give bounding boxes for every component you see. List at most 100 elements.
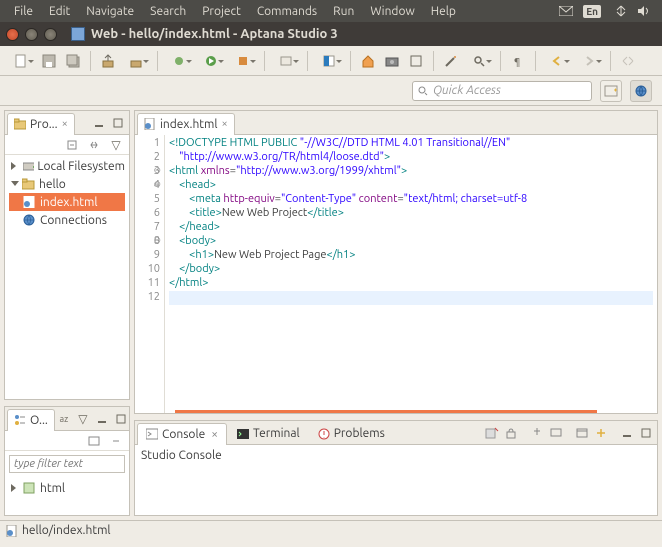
terminal-tab[interactable]: Terminal: [229, 423, 308, 445]
horizontal-scrollbar[interactable]: [175, 410, 597, 413]
quick-access-input[interactable]: Quick Access: [412, 81, 592, 101]
view-menu-button[interactable]: ▽: [107, 136, 125, 154]
new-button[interactable]: [6, 50, 36, 72]
save-all-button[interactable]: [62, 50, 84, 72]
sound-indicator[interactable]: [632, 5, 656, 17]
outline-pane: O... az ▽ html: [4, 406, 130, 516]
os-menu-file[interactable]: File: [6, 5, 41, 18]
os-menu-window[interactable]: Window: [362, 5, 422, 18]
window-maximize-button[interactable]: [44, 28, 57, 41]
publish-menu-button[interactable]: [121, 50, 151, 72]
os-menu-help[interactable]: Help: [423, 5, 464, 18]
status-bar: hello/index.html: [0, 520, 662, 540]
status-path: hello/index.html: [22, 524, 111, 537]
collapse-button[interactable]: [617, 50, 639, 72]
mail-indicator[interactable]: [554, 6, 578, 16]
language-indicator[interactable]: En: [578, 5, 610, 18]
box-button[interactable]: [405, 50, 427, 72]
window-title-text: Web - hello/index.html - Aptana Studio 3: [91, 27, 338, 41]
collapse-icon[interactable]: [11, 181, 19, 190]
outline-filter-input[interactable]: [9, 455, 125, 473]
problems-icon: [318, 428, 330, 440]
app-icon: [71, 27, 85, 41]
console-clear-button[interactable]: [483, 424, 501, 442]
minimize-pane-button[interactable]: [618, 424, 636, 442]
maximize-pane-button[interactable]: [112, 410, 130, 428]
os-menu-search[interactable]: Search: [142, 5, 194, 18]
outline-sort-button[interactable]: az: [55, 410, 73, 428]
editor-tab-index[interactable]: index.html ×: [137, 113, 235, 135]
minimize-pane-button[interactable]: [93, 410, 111, 428]
outline-menu-button[interactable]: ▽: [74, 410, 92, 428]
main-toolbar: ¶: [0, 46, 662, 76]
outline-filter-button[interactable]: [85, 432, 103, 450]
html-file-icon: [23, 196, 37, 208]
perspective-web-button[interactable]: [630, 80, 652, 102]
back-button[interactable]: [542, 50, 572, 72]
collapse-all-button[interactable]: [63, 136, 81, 154]
close-icon[interactable]: ×: [222, 118, 228, 130]
outline-root-html[interactable]: html: [9, 479, 125, 497]
globe-icon: [23, 214, 37, 226]
search-button[interactable]: [464, 50, 494, 72]
window-close-button[interactable]: [6, 28, 19, 41]
maximize-pane-button[interactable]: [109, 114, 127, 132]
console-output[interactable]: Studio Console: [135, 445, 657, 515]
code-editor[interactable]: 123456789101112 <!DOCTYPE HTML PUBLIC "-…: [135, 135, 657, 413]
console-display-button[interactable]: [547, 424, 565, 442]
editor-pane: index.html × 123456789101112 <!DOCTYPE H…: [134, 110, 658, 414]
console-icon: [146, 428, 158, 440]
html-file-icon: [6, 525, 18, 537]
os-menu-commands[interactable]: Commands: [249, 5, 325, 18]
close-icon[interactable]: ×: [211, 428, 218, 441]
code-area[interactable]: <!DOCTYPE HTML PUBLIC "-//W3C//DTD HTML …: [165, 135, 657, 413]
publish-button[interactable]: [97, 50, 119, 72]
console-tab[interactable]: Console ×: [137, 423, 227, 445]
minimize-pane-button[interactable]: [90, 114, 108, 132]
line-gutter[interactable]: 123456789101112: [135, 135, 165, 413]
console-scroll-lock-button[interactable]: [502, 424, 520, 442]
theme-button[interactable]: [314, 50, 344, 72]
outline-collapse-button[interactable]: [107, 432, 125, 450]
ext-tools-button[interactable]: [228, 50, 258, 72]
window-minimize-button[interactable]: [25, 28, 38, 41]
project-explorer-tab[interactable]: Pro... ×: [7, 113, 75, 135]
tree-project-hello[interactable]: hello: [9, 175, 125, 193]
tree-connections[interactable]: Connections: [9, 211, 125, 229]
show-whitespace-button[interactable]: ¶: [507, 50, 529, 72]
drive-icon: [23, 160, 34, 172]
outline-tab[interactable]: O...: [7, 409, 55, 431]
save-button[interactable]: [38, 50, 60, 72]
perspective-open-button[interactable]: [600, 80, 622, 102]
run-button[interactable]: [196, 50, 226, 72]
os-menu-project[interactable]: Project: [194, 5, 249, 18]
console-pin-button[interactable]: [528, 424, 546, 442]
close-icon[interactable]: ×: [62, 118, 68, 130]
os-menu-navigate[interactable]: Navigate: [78, 5, 142, 18]
console-new-button[interactable]: [592, 424, 610, 442]
network-indicator[interactable]: [610, 5, 632, 17]
tree-local-filesystem[interactable]: Local Filesystem: [9, 157, 125, 175]
bottom-pane: Console × Terminal Problems: [134, 420, 658, 516]
os-menu-edit[interactable]: Edit: [41, 5, 78, 18]
outline-icon: [14, 414, 26, 426]
console-open-button[interactable]: [573, 424, 591, 442]
os-menu-run[interactable]: Run: [325, 5, 362, 18]
camera-button[interactable]: [381, 50, 403, 72]
svg-text:¶: ¶: [514, 56, 520, 67]
scripts-button[interactable]: [271, 50, 301, 72]
html-file-icon: [144, 118, 156, 130]
os-menubar: FileEditNavigateSearchProjectCommandsRun…: [0, 0, 662, 22]
link-editor-button[interactable]: [85, 136, 103, 154]
expand-icon[interactable]: [11, 484, 20, 492]
wand-button[interactable]: [440, 50, 462, 72]
problems-tab[interactable]: Problems: [310, 423, 393, 445]
expand-icon[interactable]: [11, 162, 20, 170]
bug-button[interactable]: [164, 50, 194, 72]
folder-icon: [14, 118, 26, 130]
project-tree[interactable]: Local Filesystem hello index.html Connec…: [5, 155, 129, 231]
forward-button[interactable]: [574, 50, 604, 72]
home-button[interactable]: [357, 50, 379, 72]
maximize-pane-button[interactable]: [637, 424, 655, 442]
tree-file-index[interactable]: index.html: [9, 193, 125, 211]
